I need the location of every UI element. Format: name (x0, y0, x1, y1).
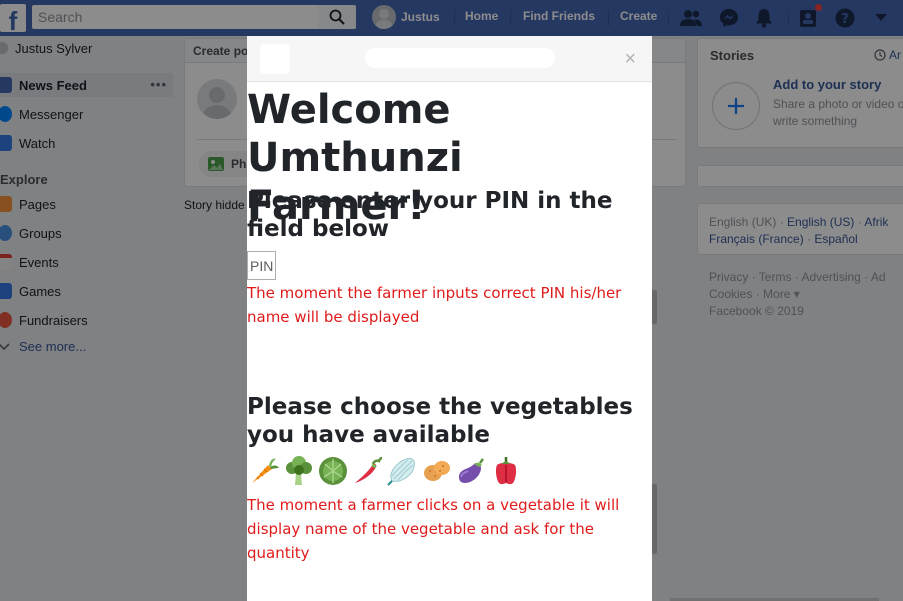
farmer-modal: × Welcome Umthunzi Farmer! Please enter … (247, 36, 652, 601)
bell-pepper-icon[interactable] (489, 454, 524, 488)
garlic-icon[interactable] (385, 454, 420, 488)
broccoli-icon[interactable] (282, 454, 317, 488)
lettuce-icon[interactable] (316, 454, 351, 488)
redacted-mark (260, 44, 290, 74)
redacted-mark (365, 48, 555, 68)
pin-heading: Please enter your PIN in the field below (247, 188, 613, 242)
vegetables-note: The moment a farmer clicks on a vegetabl… (247, 496, 620, 562)
pin-note: The moment the farmer inputs correct PIN… (247, 284, 622, 326)
eggplant-icon[interactable] (454, 454, 489, 488)
pin-input[interactable] (247, 251, 276, 280)
potato-icon[interactable] (420, 454, 455, 488)
close-icon[interactable]: × (624, 49, 636, 69)
modal-header: × (247, 36, 652, 82)
carrot-icon[interactable] (247, 454, 282, 488)
chili-icon[interactable] (351, 454, 386, 488)
vegetables-heading: Please choose the vegetables you have av… (247, 394, 633, 448)
vegetable-picker (247, 454, 523, 488)
